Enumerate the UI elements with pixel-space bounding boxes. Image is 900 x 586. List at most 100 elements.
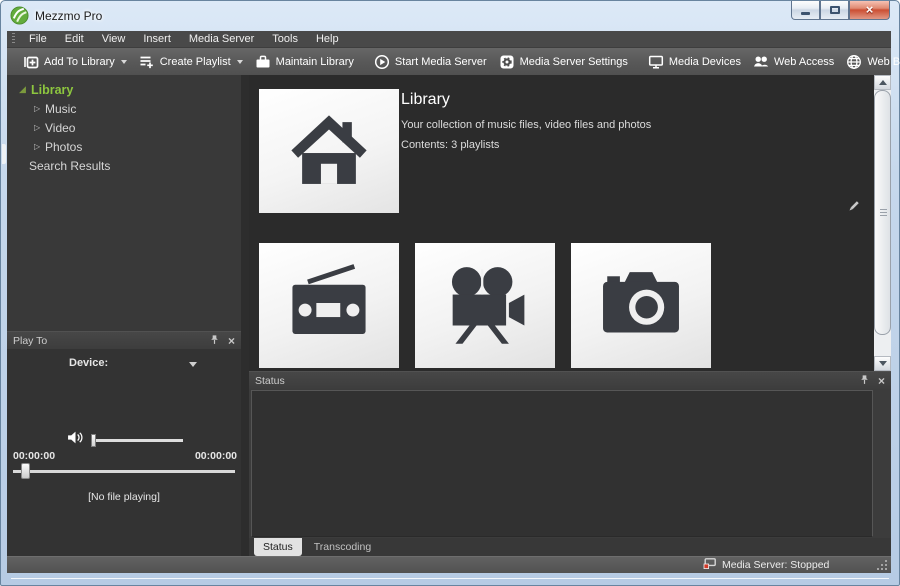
menu-view[interactable]: View [93,31,135,47]
close-button[interactable]: × [849,1,890,20]
menu-media-server[interactable]: Media Server [180,31,263,47]
menu-tools[interactable]: Tools [263,31,307,47]
library-tree: ◢ Library ▷ Music ▷ Video ▷ Photos [7,75,241,331]
tree-label[interactable]: Search Results [29,159,110,173]
menubar-grip[interactable] [12,33,15,45]
arrow-down-icon [879,361,887,366]
media-server-settings-icon [499,54,515,70]
scroll-down-button[interactable] [874,356,891,371]
library-tiles [259,243,711,368]
titlebar[interactable]: Mezzmo Pro × [1,1,899,31]
sidebar: ◢ Library ▷ Music ▷ Video ▷ Photos [7,75,241,556]
tree-label[interactable]: Photos [45,140,82,154]
expanded-arrow-icon[interactable]: ◢ [19,84,31,95]
menu-edit[interactable]: Edit [56,31,93,47]
web-access-label: Web Access [774,56,834,68]
tree-item-music[interactable]: ▷ Music [7,99,241,118]
web-browser-label: Web Browser [867,56,900,68]
sidebar-splitter[interactable] [241,75,249,556]
status-log-area [251,390,873,537]
media-server-settings-button[interactable]: Media Server Settings [493,48,634,75]
collapsed-arrow-icon[interactable]: ▷ [34,104,45,113]
edit-pencil-icon[interactable] [846,199,861,214]
minimize-button[interactable] [791,1,820,20]
maintain-library-label: Maintain Library [276,56,354,68]
now-playing-text: [No file playing] [7,491,241,503]
tree-item-library[interactable]: ◢ Library [7,80,241,99]
tree-label[interactable]: Library [31,83,73,97]
web-browser-button[interactable]: Web Browser [840,48,900,75]
device-label: Device: [69,357,108,369]
maintain-library-icon [255,54,271,70]
dropdown-caret-icon[interactable] [121,60,127,64]
web-browser-icon [846,54,862,70]
volume-slider-thumb[interactable] [91,434,96,447]
window-controls: × [791,1,890,20]
media-server-status: Media Server: Stopped [703,557,829,573]
volume-control [67,429,183,451]
radio-icon [284,258,374,353]
status-panel-title: Status [255,375,851,387]
home-icon [286,106,372,197]
media-server-status-text: Media Server: Stopped [722,559,829,571]
vertical-scrollbar[interactable] [874,75,891,371]
create-playlist-icon [139,54,155,70]
video-tile[interactable] [415,243,555,368]
minimize-icon [801,12,810,15]
collapsed-arrow-icon[interactable]: ▷ [34,123,45,132]
photos-tile[interactable] [571,243,711,368]
app-client-area: File Edit View Insert Media Server Tools… [7,31,891,573]
close-panel-icon[interactable]: × [878,375,885,387]
tree-label[interactable]: Video [45,121,75,135]
media-devices-button[interactable]: Media Devices [642,48,747,75]
start-media-server-button[interactable]: Start Media Server [368,48,493,75]
main-area: Library Your collection of music files, … [249,75,891,556]
library-hero-tile[interactable] [259,89,399,213]
device-dropdown-caret-icon[interactable] [189,362,197,367]
page-title: Library [401,91,450,109]
app-window: Mezzmo Pro × File Edit View Insert Media… [0,0,900,586]
tree-item-video[interactable]: ▷ Video [7,118,241,137]
tree-label[interactable]: Music [45,102,76,116]
tree-item-photos[interactable]: ▷ Photos [7,137,241,156]
library-content: Library Your collection of music files, … [249,75,891,371]
resize-grip[interactable] [885,568,887,570]
menu-bar: File Edit View Insert Media Server Tools… [7,31,891,48]
media-server-stopped-icon [703,557,717,573]
music-tile[interactable] [259,243,399,368]
window-title: Mezzmo Pro [35,9,102,23]
tab-transcoding[interactable]: Transcoding [305,538,380,556]
add-to-library-label: Add To Library [44,56,115,68]
dropdown-caret-icon[interactable] [237,60,243,64]
menu-file[interactable]: File [20,31,56,47]
seek-slider[interactable] [13,470,235,473]
tree-item-search-results[interactable]: Search Results [7,156,241,175]
collapsed-arrow-icon[interactable]: ▷ [34,142,45,151]
menu-insert[interactable]: Insert [134,31,180,47]
media-devices-label: Media Devices [669,56,741,68]
add-to-library-button[interactable]: Add To Library [17,48,133,75]
maximize-button[interactable] [820,1,849,20]
status-panel-header[interactable]: Status × [249,371,891,389]
menu-help[interactable]: Help [307,31,348,47]
play-to-body: Device: [7,349,241,556]
play-to-header[interactable]: Play To × [7,331,241,349]
scroll-up-button[interactable] [874,75,891,90]
pin-icon[interactable] [859,374,870,388]
volume-slider[interactable] [91,439,183,442]
pin-icon[interactable] [209,334,220,348]
close-panel-icon[interactable]: × [228,335,235,347]
create-playlist-button[interactable]: Create Playlist [133,48,249,75]
play-to-title: Play To [13,335,201,347]
status-panel: Status × Status Transcoding [249,371,891,556]
scrollbar-thumb[interactable] [874,90,891,335]
total-time: 00:00:00 [195,450,237,462]
seek-slider-thumb[interactable] [21,463,30,479]
maintain-library-button[interactable]: Maintain Library [249,48,360,75]
library-content-body: Library Your collection of music files, … [249,75,874,371]
workspace: ◢ Library ▷ Music ▷ Video ▷ Photos [7,75,891,556]
arrow-up-icon [879,80,887,85]
tab-status[interactable]: Status [254,538,302,556]
toolbar: Add To Library Create Playlist [7,48,891,75]
web-access-button[interactable]: Web Access [747,48,840,75]
